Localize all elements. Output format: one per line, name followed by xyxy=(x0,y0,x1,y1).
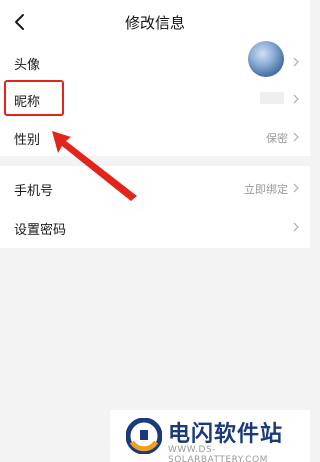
chevron-right-icon xyxy=(293,183,299,193)
watermark-url: WWW.DS-SOLARBATTERY.COM xyxy=(168,445,268,462)
highlight-box xyxy=(4,80,64,116)
chevron-right-icon xyxy=(293,222,299,232)
avatar-label: 头像 xyxy=(14,58,41,73)
watermark-title: 电闪软件站 xyxy=(168,422,284,447)
password-row[interactable]: 设置密码 xyxy=(0,209,310,246)
top-bar: 修改信息 xyxy=(0,0,310,44)
gender-value: 保密 xyxy=(266,132,288,145)
account-section: 手机号 立即绑定 设置密码 xyxy=(0,166,310,248)
phone-label: 手机号 xyxy=(14,184,54,199)
watermark-logo-icon xyxy=(126,418,162,454)
gender-label: 性别 xyxy=(14,133,41,148)
gender-row[interactable]: 性别 保密 xyxy=(0,119,310,156)
chevron-right-icon xyxy=(293,57,299,67)
avatar[interactable] xyxy=(248,41,284,77)
nickname-value xyxy=(260,92,284,104)
password-label: 设置密码 xyxy=(14,223,67,238)
watermark: 电闪软件站 WWW.DS-SOLARBATTERY.COM xyxy=(110,410,310,462)
page-title: 修改信息 xyxy=(124,14,185,32)
chevron-right-icon xyxy=(293,94,299,104)
phone-row[interactable]: 手机号 立即绑定 xyxy=(0,170,310,207)
chevron-right-icon xyxy=(293,132,299,142)
phone-bind-value: 立即绑定 xyxy=(244,183,288,196)
